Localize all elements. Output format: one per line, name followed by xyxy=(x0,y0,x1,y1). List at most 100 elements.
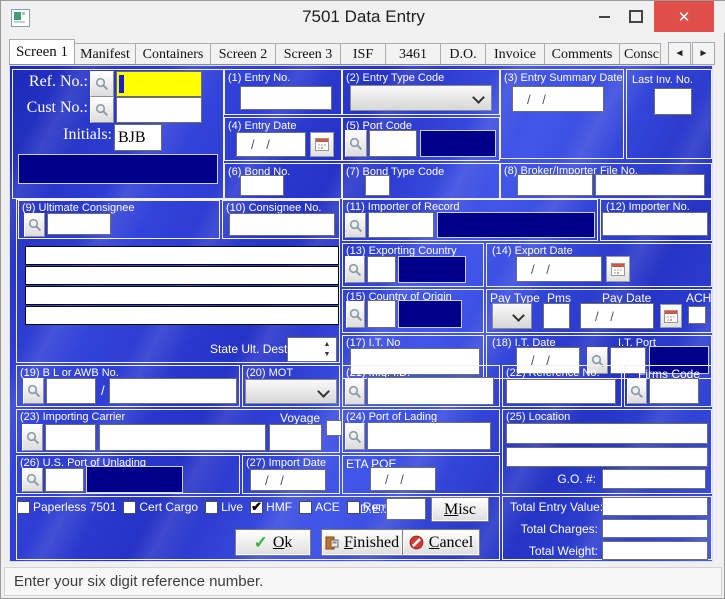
consignee-address-line-1[interactable] xyxy=(25,246,339,265)
port-of-unlading-input[interactable] xyxy=(45,468,84,492)
de-input[interactable] xyxy=(386,498,426,520)
tab-do[interactable]: D.O. xyxy=(440,43,486,65)
voyage-input[interactable] xyxy=(269,424,322,451)
tab-invoice[interactable]: Invoice xyxy=(485,43,545,65)
tab-screen-1[interactable]: Screen 1 xyxy=(9,39,75,65)
checkbox-hmf[interactable]: HMF xyxy=(250,500,292,514)
misc-button[interactable]: Misc xyxy=(431,497,489,522)
maximize-button[interactable] xyxy=(621,1,651,32)
bl-awb-input-1[interactable] xyxy=(46,378,96,404)
broker-file-no-input-1[interactable] xyxy=(517,174,593,196)
voyage-extra-box[interactable] xyxy=(326,420,342,436)
country-of-origin-input[interactable] xyxy=(367,300,396,328)
ok-button[interactable]: ✓ Ok xyxy=(235,529,311,556)
importer-search-button[interactable] xyxy=(345,213,366,238)
finished-button[interactable]: Finished xyxy=(321,529,403,556)
eta-poe-input[interactable] xyxy=(370,467,436,491)
port-of-lading-input[interactable] xyxy=(367,422,491,450)
firms-code-input[interactable] xyxy=(649,378,699,404)
total-entry-value-input[interactable] xyxy=(602,497,708,516)
tab-3461[interactable]: 3461 xyxy=(385,43,441,65)
location-input-1[interactable] xyxy=(506,423,708,444)
cust-no-search-button[interactable] xyxy=(90,97,114,123)
exporting-country-search-button[interactable] xyxy=(345,256,365,283)
importing-carrier-search-button[interactable] xyxy=(22,424,43,451)
exporting-country-input[interactable] xyxy=(367,256,396,283)
reference-no-label: (22) Reference No. xyxy=(506,367,600,379)
port-of-unlading-search-button[interactable] xyxy=(22,468,43,492)
paperless-7501-checkbox[interactable] xyxy=(17,501,30,514)
tab-comments[interactable]: Comments xyxy=(544,43,620,65)
importer-no-input[interactable] xyxy=(602,212,708,236)
port-code-input[interactable] xyxy=(369,130,417,157)
bond-no-input[interactable] xyxy=(240,175,284,196)
go-no-input[interactable] xyxy=(602,469,706,489)
tab-isf[interactable]: ISF xyxy=(340,43,386,65)
cert-cargo-checkbox[interactable] xyxy=(123,501,136,514)
hmf-checkbox[interactable] xyxy=(250,501,263,514)
bond-type-input[interactable] xyxy=(365,175,390,196)
ultimate-consignee-search-button[interactable] xyxy=(24,213,45,237)
mot-dropdown[interactable] xyxy=(245,379,337,404)
bl-awb-input-2[interactable] xyxy=(109,378,237,404)
ach-input[interactable] xyxy=(688,306,706,324)
initials-input[interactable] xyxy=(114,124,162,151)
entry-date-calendar-button[interactable] xyxy=(310,132,334,157)
importing-carrier-input-2[interactable] xyxy=(99,424,266,451)
ref-no-input[interactable] xyxy=(116,71,202,97)
pay-date-input[interactable] xyxy=(580,303,654,329)
minimize-button[interactable] xyxy=(589,1,619,32)
tab-screen-2[interactable]: Screen 2 xyxy=(210,43,276,65)
importer-of-record-input[interactable] xyxy=(368,212,434,238)
ref-no-search-button[interactable] xyxy=(90,71,114,97)
checkbox-live[interactable]: Live xyxy=(205,500,243,514)
consignee-no-input[interactable] xyxy=(229,213,335,236)
tab-containers[interactable]: Containers xyxy=(135,43,211,65)
importing-carrier-input-1[interactable] xyxy=(45,424,96,451)
consignee-address-line-3[interactable] xyxy=(25,286,339,305)
ultimate-consignee-input[interactable] xyxy=(47,213,111,235)
spinner-arrows-icon[interactable]: ▲▼ xyxy=(320,339,334,360)
mfg-id-input[interactable] xyxy=(367,377,494,405)
ace-checkbox[interactable] xyxy=(299,501,312,514)
cust-no-input[interactable] xyxy=(116,97,202,123)
entry-type-dropdown[interactable] xyxy=(350,85,492,111)
country-of-origin-search-button[interactable] xyxy=(346,301,365,328)
tab-scroll-right-icon[interactable]: ► xyxy=(692,42,715,65)
import-date-input[interactable] xyxy=(250,469,326,491)
tab-manifest[interactable]: Manifest xyxy=(74,43,136,65)
entry-summary-date-input[interactable] xyxy=(512,86,604,112)
state-ult-dest-spinner[interactable]: ▲▼ xyxy=(287,337,337,362)
mfg-id-search-button[interactable] xyxy=(345,378,365,405)
close-button[interactable]: ✕ xyxy=(654,1,714,32)
bl-awb-search-button[interactable] xyxy=(23,378,44,404)
pay-date-calendar-button[interactable] xyxy=(660,304,682,328)
port-code-search-button[interactable] xyxy=(345,130,367,157)
total-charges-input[interactable] xyxy=(602,519,708,538)
broker-file-no-input-2[interactable] xyxy=(595,174,705,196)
tab-screen-3[interactable]: Screen 3 xyxy=(275,43,341,65)
last-inv-no-input[interactable] xyxy=(654,88,692,115)
consignee-address-line-2[interactable] xyxy=(25,266,339,285)
location-input-2[interactable] xyxy=(506,447,708,467)
remote-checkbox[interactable] xyxy=(347,501,360,514)
tab-scroll-left-icon[interactable]: ◄ xyxy=(668,42,691,65)
firms-code-search-button[interactable] xyxy=(627,379,647,404)
cancel-button[interactable]: Cancel xyxy=(402,529,480,556)
reference-no-input[interactable] xyxy=(506,379,616,404)
checkbox-cert-cargo[interactable]: Cert Cargo xyxy=(123,500,198,514)
export-date-calendar-button[interactable] xyxy=(606,256,630,282)
checkbox-paperless-7501[interactable]: Paperless 7501 xyxy=(17,500,116,514)
total-weight-input[interactable] xyxy=(602,541,708,560)
tab-consol[interactable]: Consc xyxy=(619,43,661,65)
pay-type-dropdown[interactable] xyxy=(492,303,532,329)
entry-no-input[interactable] xyxy=(240,86,332,110)
entry-date-input[interactable] xyxy=(236,132,306,157)
port-of-lading-search-button[interactable] xyxy=(345,423,365,450)
checkbox-ace[interactable]: ACE xyxy=(299,500,340,514)
tab-strip: Screen 1 Manifest Containers Screen 2 Sc… xyxy=(9,39,713,65)
pms-input[interactable] xyxy=(543,303,570,329)
export-date-input[interactable] xyxy=(516,256,602,282)
live-checkbox[interactable] xyxy=(205,501,218,514)
consignee-address-line-4[interactable] xyxy=(25,306,339,325)
